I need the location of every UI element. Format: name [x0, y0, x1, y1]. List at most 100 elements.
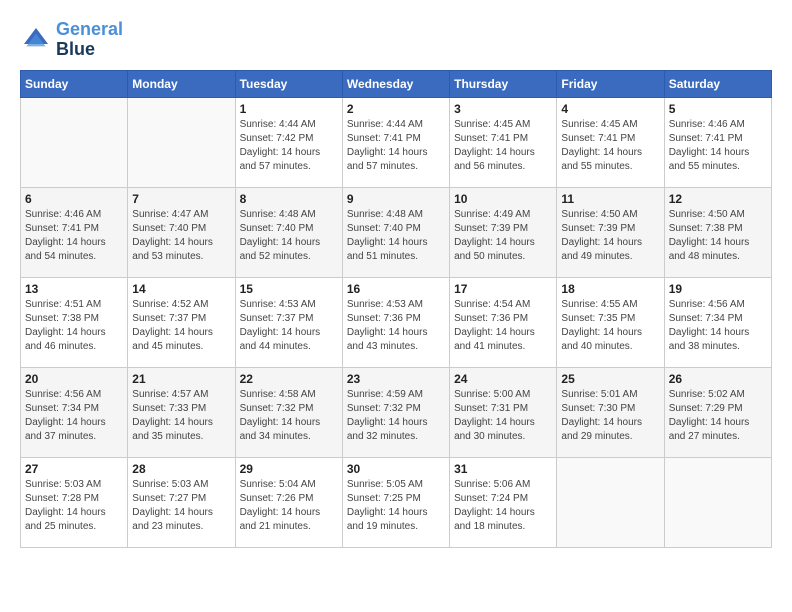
day-number: 30 [347, 462, 445, 476]
day-number: 22 [240, 372, 338, 386]
day-number: 8 [240, 192, 338, 206]
weekday-header-saturday: Saturday [664, 70, 771, 97]
day-cell [128, 97, 235, 187]
calendar-body: 1 Sunrise: 4:44 AM Sunset: 7:42 PM Daylig… [21, 97, 772, 547]
day-number: 28 [132, 462, 230, 476]
day-info: Sunrise: 4:52 AM Sunset: 7:37 PM Dayligh… [132, 298, 230, 354]
calendar-header: SundayMondayTuesdayWednesdayThursdayFrid… [21, 70, 772, 97]
day-info: Sunrise: 4:45 AM Sunset: 7:41 PM Dayligh… [454, 118, 552, 174]
day-cell: 15 Sunrise: 4:53 AM Sunset: 7:37 PM Dayli… [235, 277, 342, 367]
day-number: 9 [347, 192, 445, 206]
day-info: Sunrise: 4:45 AM Sunset: 7:41 PM Dayligh… [561, 118, 659, 174]
day-cell [664, 457, 771, 547]
day-info: Sunrise: 4:48 AM Sunset: 7:40 PM Dayligh… [347, 208, 445, 264]
day-cell: 10 Sunrise: 4:49 AM Sunset: 7:39 PM Dayli… [450, 187, 557, 277]
day-number: 11 [561, 192, 659, 206]
day-number: 12 [669, 192, 767, 206]
logo: General Blue [20, 20, 123, 60]
day-cell: 6 Sunrise: 4:46 AM Sunset: 7:41 PM Daylig… [21, 187, 128, 277]
day-cell: 2 Sunrise: 4:44 AM Sunset: 7:41 PM Daylig… [342, 97, 449, 187]
day-number: 17 [454, 282, 552, 296]
day-cell: 23Sunrise: 4:59 AM Sunset: 7:32 PM Dayli… [342, 367, 449, 457]
day-cell [557, 457, 664, 547]
day-cell: 29Sunrise: 5:04 AM Sunset: 7:26 PM Dayli… [235, 457, 342, 547]
day-info: Sunrise: 4:56 AM Sunset: 7:34 PM Dayligh… [669, 298, 767, 354]
day-info: Sunrise: 4:51 AM Sunset: 7:38 PM Dayligh… [25, 298, 123, 354]
day-number: 24 [454, 372, 552, 386]
day-info: Sunrise: 4:50 AM Sunset: 7:38 PM Dayligh… [669, 208, 767, 264]
day-cell: 31Sunrise: 5:06 AM Sunset: 7:24 PM Dayli… [450, 457, 557, 547]
day-cell: 22 Sunrise: 4:58 AM Sunset: 7:32 PM Dayli… [235, 367, 342, 457]
day-cell: 1 Sunrise: 4:44 AM Sunset: 7:42 PM Daylig… [235, 97, 342, 187]
day-cell: 16 Sunrise: 4:53 AM Sunset: 7:36 PM Dayli… [342, 277, 449, 367]
day-number: 13 [25, 282, 123, 296]
day-number: 19 [669, 282, 767, 296]
day-cell: 30 Sunrise: 5:05 AM Sunset: 7:25 PM Dayli… [342, 457, 449, 547]
day-cell: 5 Sunrise: 4:46 AM Sunset: 7:41 PM Daylig… [664, 97, 771, 187]
day-cell: 14 Sunrise: 4:52 AM Sunset: 7:37 PM Dayli… [128, 277, 235, 367]
day-cell: 7 Sunrise: 4:47 AM Sunset: 7:40 PM Daylig… [128, 187, 235, 277]
day-number: 29 [240, 462, 338, 476]
day-number: 7 [132, 192, 230, 206]
weekday-header-friday: Friday [557, 70, 664, 97]
weekday-header-row: SundayMondayTuesdayWednesdayThursdayFrid… [21, 70, 772, 97]
day-number: 14 [132, 282, 230, 296]
day-cell: 13 Sunrise: 4:51 AM Sunset: 7:38 PM Dayli… [21, 277, 128, 367]
day-info: Sunrise: 5:00 AM Sunset: 7:31 PM Dayligh… [454, 388, 552, 444]
day-cell: 4 Sunrise: 4:45 AM Sunset: 7:41 PM Daylig… [557, 97, 664, 187]
day-cell: 21Sunrise: 4:57 AM Sunset: 7:33 PM Dayli… [128, 367, 235, 457]
page-header: General Blue [20, 20, 772, 60]
weekday-header-tuesday: Tuesday [235, 70, 342, 97]
day-info: Sunrise: 4:53 AM Sunset: 7:36 PM Dayligh… [347, 298, 445, 354]
day-cell: 9 Sunrise: 4:48 AM Sunset: 7:40 PM Daylig… [342, 187, 449, 277]
day-info: Sunrise: 4:48 AM Sunset: 7:40 PM Dayligh… [240, 208, 338, 264]
day-info: Sunrise: 4:44 AM Sunset: 7:41 PM Dayligh… [347, 118, 445, 174]
day-info: Sunrise: 5:05 AM Sunset: 7:25 PM Dayligh… [347, 478, 445, 534]
weekday-header-monday: Monday [128, 70, 235, 97]
day-info: Sunrise: 4:55 AM Sunset: 7:35 PM Dayligh… [561, 298, 659, 354]
day-cell: 26 Sunrise: 5:02 AM Sunset: 7:29 PM Dayli… [664, 367, 771, 457]
weekday-header-wednesday: Wednesday [342, 70, 449, 97]
day-info: Sunrise: 5:01 AM Sunset: 7:30 PM Dayligh… [561, 388, 659, 444]
day-number: 16 [347, 282, 445, 296]
logo-text: General Blue [56, 20, 123, 60]
day-info: Sunrise: 5:02 AM Sunset: 7:29 PM Dayligh… [669, 388, 767, 444]
day-number: 25 [561, 372, 659, 386]
day-number: 2 [347, 102, 445, 116]
day-info: Sunrise: 4:44 AM Sunset: 7:42 PM Dayligh… [240, 118, 338, 174]
day-cell: 20 Sunrise: 4:56 AM Sunset: 7:34 PM Dayli… [21, 367, 128, 457]
day-cell: 24 Sunrise: 5:00 AM Sunset: 7:31 PM Dayli… [450, 367, 557, 457]
day-cell: 17Sunrise: 4:54 AM Sunset: 7:36 PM Dayli… [450, 277, 557, 367]
day-info: Sunrise: 4:53 AM Sunset: 7:37 PM Dayligh… [240, 298, 338, 354]
week-row-1: 1 Sunrise: 4:44 AM Sunset: 7:42 PM Daylig… [21, 97, 772, 187]
day-info: Sunrise: 4:57 AM Sunset: 7:33 PM Dayligh… [132, 388, 230, 444]
day-number: 3 [454, 102, 552, 116]
day-number: 15 [240, 282, 338, 296]
day-info: Sunrise: 4:47 AM Sunset: 7:40 PM Dayligh… [132, 208, 230, 264]
day-number: 31 [454, 462, 552, 476]
week-row-5: 27Sunrise: 5:03 AM Sunset: 7:28 PM Dayli… [21, 457, 772, 547]
day-number: 5 [669, 102, 767, 116]
day-info: Sunrise: 5:03 AM Sunset: 7:27 PM Dayligh… [132, 478, 230, 534]
day-number: 26 [669, 372, 767, 386]
day-cell: 27Sunrise: 5:03 AM Sunset: 7:28 PM Dayli… [21, 457, 128, 547]
day-info: Sunrise: 4:49 AM Sunset: 7:39 PM Dayligh… [454, 208, 552, 264]
day-info: Sunrise: 4:46 AM Sunset: 7:41 PM Dayligh… [669, 118, 767, 174]
day-number: 4 [561, 102, 659, 116]
day-info: Sunrise: 4:50 AM Sunset: 7:39 PM Dayligh… [561, 208, 659, 264]
day-info: Sunrise: 4:58 AM Sunset: 7:32 PM Dayligh… [240, 388, 338, 444]
day-number: 10 [454, 192, 552, 206]
day-info: Sunrise: 4:46 AM Sunset: 7:41 PM Dayligh… [25, 208, 123, 264]
day-number: 6 [25, 192, 123, 206]
day-info: Sunrise: 4:56 AM Sunset: 7:34 PM Dayligh… [25, 388, 123, 444]
day-cell: 28 Sunrise: 5:03 AM Sunset: 7:27 PM Dayli… [128, 457, 235, 547]
day-info: Sunrise: 4:59 AM Sunset: 7:32 PM Dayligh… [347, 388, 445, 444]
day-cell: 3 Sunrise: 4:45 AM Sunset: 7:41 PM Daylig… [450, 97, 557, 187]
day-number: 18 [561, 282, 659, 296]
day-number: 1 [240, 102, 338, 116]
weekday-header-sunday: Sunday [21, 70, 128, 97]
day-cell: 19 Sunrise: 4:56 AM Sunset: 7:34 PM Dayli… [664, 277, 771, 367]
day-cell: 25 Sunrise: 5:01 AM Sunset: 7:30 PM Dayli… [557, 367, 664, 457]
day-cell: 18 Sunrise: 4:55 AM Sunset: 7:35 PM Dayli… [557, 277, 664, 367]
day-number: 20 [25, 372, 123, 386]
